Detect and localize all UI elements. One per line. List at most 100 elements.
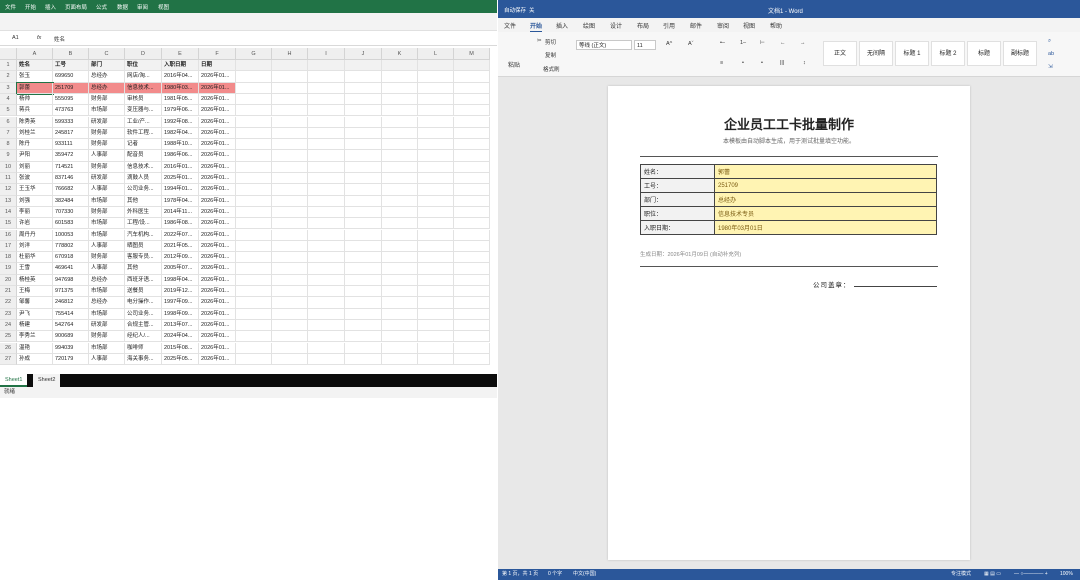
cell[interactable]: 财务部 xyxy=(89,127,125,140)
cell[interactable] xyxy=(308,60,345,72)
cell[interactable] xyxy=(345,139,382,151)
cell[interactable] xyxy=(454,297,490,309)
cell[interactable]: 2026年01... xyxy=(199,195,236,207)
style-subtitle[interactable]: 副标题 xyxy=(1003,41,1037,66)
cell[interactable]: 总经办 xyxy=(89,297,125,309)
col-header[interactable]: D xyxy=(125,48,162,60)
cell[interactable]: 杨桂英 xyxy=(17,274,53,286)
cell[interactable] xyxy=(272,184,308,196)
cell[interactable] xyxy=(308,82,345,94)
cell[interactable] xyxy=(454,71,490,83)
excel-menu-insert[interactable]: 插入 xyxy=(45,3,56,11)
cell[interactable] xyxy=(454,127,490,140)
style-heading-1[interactable]: 标题 1 xyxy=(895,41,929,66)
select-all-corner[interactable] xyxy=(0,48,17,60)
cell[interactable] xyxy=(345,252,382,264)
cell[interactable]: 2026年01... xyxy=(199,297,236,309)
field-value-hire-date[interactable]: 1980年03月01日 xyxy=(714,220,937,235)
cell[interactable] xyxy=(382,263,418,275)
cell[interactable]: 配音员 xyxy=(125,150,162,162)
cell[interactable] xyxy=(382,353,418,366)
cell[interactable]: 财务部 xyxy=(89,206,125,219)
cell[interactable] xyxy=(236,308,272,320)
cell[interactable] xyxy=(236,82,272,94)
cell[interactable]: 2026年01... xyxy=(199,286,236,298)
cell[interactable]: 2026年01... xyxy=(199,139,236,151)
cell[interactable]: 尹飞 xyxy=(17,308,53,320)
word-menu-layout[interactable]: 布局 xyxy=(637,21,649,30)
cell[interactable] xyxy=(272,105,308,117)
row-header[interactable]: 10 xyxy=(0,161,17,173)
cell[interactable] xyxy=(382,150,418,162)
cell[interactable]: 工程/设... xyxy=(125,218,162,230)
cell[interactable] xyxy=(345,150,382,162)
cell[interactable] xyxy=(418,286,454,298)
cut-button[interactable]: 剪切 xyxy=(545,38,556,46)
cell[interactable] xyxy=(308,297,345,309)
cell[interactable] xyxy=(308,206,345,219)
cell[interactable]: 473763 xyxy=(53,105,89,117)
cell[interactable]: 2025年01... xyxy=(162,173,199,185)
cell[interactable]: 1998年04... xyxy=(162,274,199,286)
cell[interactable] xyxy=(418,319,454,332)
cell[interactable] xyxy=(308,195,345,207)
cell[interactable] xyxy=(418,184,454,196)
cell[interactable]: 郭蕾 xyxy=(16,81,54,95)
cell[interactable] xyxy=(345,240,382,253)
cell[interactable] xyxy=(418,218,454,230)
cell[interactable]: 1994年01... xyxy=(162,184,199,196)
line-spacing-icon[interactable]: • xyxy=(742,60,744,66)
col-header[interactable]: I xyxy=(308,48,345,60)
cell[interactable]: 2026年01... xyxy=(199,319,236,332)
cell[interactable] xyxy=(454,206,490,219)
col-header[interactable]: K xyxy=(382,48,418,60)
cell[interactable] xyxy=(308,240,345,253)
cell[interactable]: 2026年01... xyxy=(199,173,236,185)
cell[interactable]: 599333 xyxy=(53,116,89,128)
cell[interactable]: 人事部 xyxy=(89,240,125,253)
cell[interactable] xyxy=(382,105,418,117)
cell[interactable] xyxy=(454,218,490,230)
cell[interactable]: 刘强 xyxy=(17,195,53,207)
cell[interactable] xyxy=(382,195,418,207)
cell[interactable] xyxy=(454,308,490,320)
cell[interactable]: 市场部 xyxy=(89,229,125,241)
cell[interactable]: 日期 xyxy=(199,60,236,72)
font-name-select[interactable]: 等线 (正文) xyxy=(576,40,632,50)
cell[interactable] xyxy=(418,139,454,151)
cell[interactable] xyxy=(382,218,418,230)
cell[interactable] xyxy=(345,263,382,275)
cell[interactable] xyxy=(382,229,418,241)
cell[interactable] xyxy=(308,274,345,286)
col-header[interactable]: B xyxy=(53,48,89,60)
cell[interactable]: 1978年04... xyxy=(162,195,199,207)
cell[interactable] xyxy=(272,71,308,83)
cell[interactable] xyxy=(418,195,454,207)
focus-mode-button[interactable]: 专注模式 xyxy=(951,569,971,580)
row-header[interactable]: 15 xyxy=(0,218,17,230)
cell[interactable] xyxy=(236,286,272,298)
cell[interactable]: 信息技术... xyxy=(125,82,162,94)
cell[interactable]: 707330 xyxy=(53,206,89,219)
cell[interactable] xyxy=(345,353,382,366)
excel-menu-page-layout[interactable]: 页面布局 xyxy=(65,3,87,11)
cell[interactable] xyxy=(236,173,272,185)
row-header[interactable]: 27 xyxy=(0,353,17,366)
cell[interactable]: 电分操作... xyxy=(125,297,162,309)
cell[interactable]: 市场部 xyxy=(89,195,125,207)
excel-menu-data[interactable]: 数据 xyxy=(117,3,128,11)
name-box[interactable]: A1 xyxy=(12,35,19,41)
cell[interactable] xyxy=(382,139,418,151)
copy-button[interactable]: 复制 xyxy=(545,51,556,59)
cell[interactable] xyxy=(345,71,382,83)
shading-icon[interactable]: • xyxy=(761,60,763,66)
cell[interactable]: 2026年01... xyxy=(199,240,236,253)
cell[interactable]: 入职日期 xyxy=(162,60,199,72)
cell[interactable]: 周丹丹 xyxy=(17,229,53,241)
cell[interactable] xyxy=(345,173,382,185)
cell[interactable]: 市场部 xyxy=(89,308,125,320)
cell[interactable]: 1986年06... xyxy=(162,150,199,162)
cell[interactable] xyxy=(308,184,345,196)
cell[interactable] xyxy=(236,297,272,309)
cell[interactable]: 2022年07... xyxy=(162,229,199,241)
